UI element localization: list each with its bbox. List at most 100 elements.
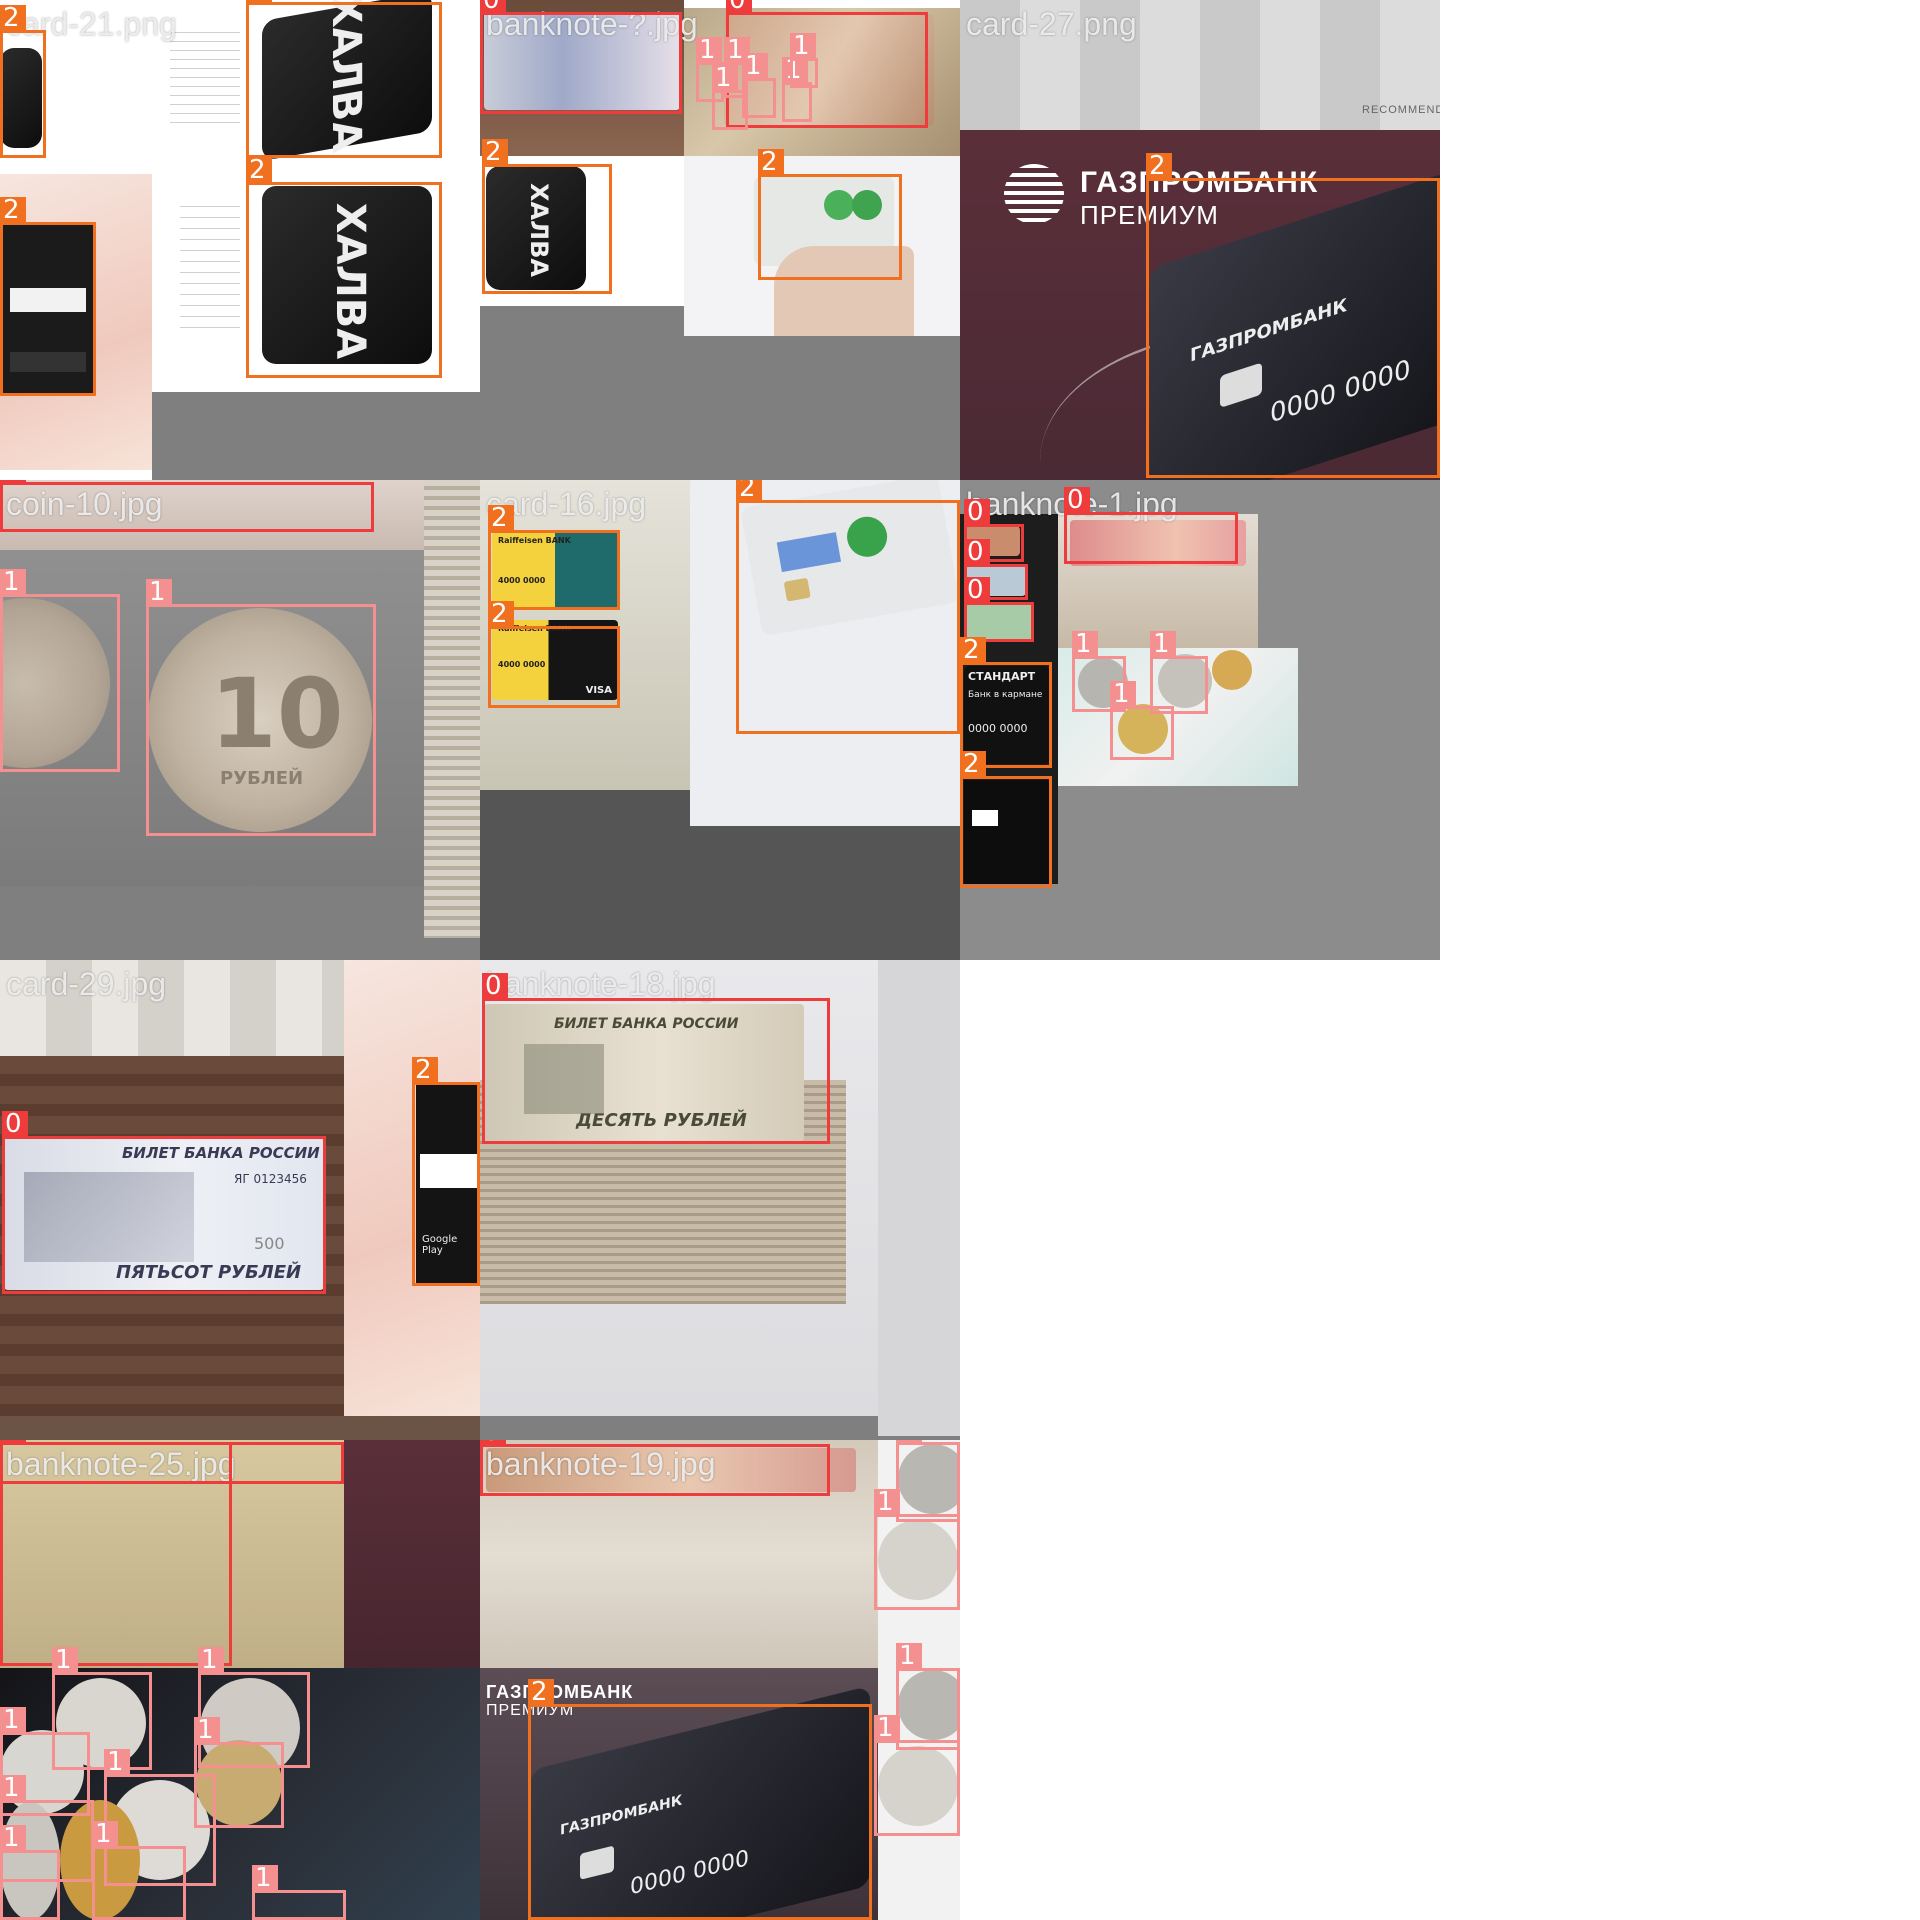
class-tag: 0 xyxy=(964,539,990,565)
box-card: 2 xyxy=(482,139,612,294)
box-coin: 1 xyxy=(874,1715,960,1836)
class-tag: 2 xyxy=(960,751,986,777)
class-tag: 1 xyxy=(874,1715,900,1741)
box-card: 2 xyxy=(488,601,620,708)
class-tag: 2 xyxy=(412,1057,438,1083)
class-tag: 1 xyxy=(194,1717,220,1743)
maroon-banner xyxy=(344,1440,480,1668)
class-tag: 2 xyxy=(0,5,26,31)
box-coin: 1 xyxy=(742,53,776,118)
class-tag: 0 xyxy=(1064,487,1090,513)
box-coin: 1 xyxy=(896,1643,960,1750)
box-banknote: 0 xyxy=(0,480,374,532)
tile-padding xyxy=(680,332,960,480)
class-tag: 0 xyxy=(964,499,990,525)
mosaic-grid: ХАЛВА ХАЛВА card-21.png 2 2 2 2 ХАЛВА xyxy=(0,0,1440,1920)
class-tag: 2 xyxy=(528,1679,554,1705)
class-tag: 2 xyxy=(0,197,26,223)
box-card: 2 xyxy=(736,480,960,734)
class-tag: 1 xyxy=(198,1647,224,1673)
class-tag: 1 xyxy=(0,1825,26,1851)
class-tag: 2 xyxy=(482,139,508,165)
class-tag: 1 xyxy=(696,37,722,63)
class-tag: 1 xyxy=(874,1489,900,1515)
box-coin: 1 xyxy=(146,579,376,836)
class-tag: 2 xyxy=(246,0,272,3)
class-tag: 1 xyxy=(52,1647,78,1673)
box-banknote: 0 xyxy=(482,973,830,1144)
class-tag: 1 xyxy=(146,579,172,605)
class-tag: 1 xyxy=(790,33,816,59)
box-card: 2 xyxy=(960,751,1052,888)
tile-banknote-1: СТАНДАРТ Банк в кармане 0000 0000 bankno… xyxy=(960,480,1440,960)
tile-card-21: ХАЛВА ХАЛВА card-21.png 2 2 2 2 xyxy=(0,0,480,480)
caption-lines xyxy=(180,196,240,336)
box-coin: 1 xyxy=(1110,681,1174,760)
class-tag: 0 xyxy=(480,1440,506,1445)
class-tag: 2 xyxy=(1146,153,1172,179)
class-tag: 2 xyxy=(246,157,272,183)
class-tag: 1 xyxy=(1072,631,1098,657)
tile-coin-10: 10 РУБЛЕЙ coin-10.jpg 0 1 1 xyxy=(0,480,480,960)
class-tag: 1 xyxy=(712,65,738,91)
tile-label: card-27.png xyxy=(966,6,1137,42)
class-tag: 0 xyxy=(0,480,26,483)
box-banknote xyxy=(0,1442,232,1666)
box-coin: 1 xyxy=(782,57,812,122)
tile-banknote-25: banknote-25.jpg 0 1 1 1 1 1 1 1 1 1 xyxy=(0,1440,480,1920)
class-tag: 1 xyxy=(1150,631,1176,657)
class-tag: 0 xyxy=(964,577,990,603)
box-coin: 1 xyxy=(896,1440,960,1522)
box-coin: 1 xyxy=(252,1865,346,1920)
box-banknote: 0 xyxy=(1064,487,1238,564)
tile-banknote-18: БИЛЕТ БАНКА РОССИИ ДЕСЯТЬ РУБЛЕЙ banknot… xyxy=(480,960,960,1440)
gazprom-brand: ГАЗПРОМБАНК xyxy=(486,1682,634,1702)
box-card: 2 xyxy=(246,0,442,158)
watermark: RECOMMEND xyxy=(1362,104,1440,116)
tile-card-27: ГАЗПРОМБАНК ПРЕМИУМ ГАЗПРОМБАНК 0000 000… xyxy=(960,0,1440,480)
box-card: 2 xyxy=(758,149,902,280)
class-tag: 0 xyxy=(480,0,506,13)
class-tag: 1 xyxy=(896,1440,922,1443)
box-card: 2 xyxy=(528,1679,872,1920)
box-coin: 1 xyxy=(0,569,120,772)
class-tag: 0 xyxy=(726,0,752,13)
grey-side xyxy=(878,960,960,1436)
tile-label: card-29.jpg xyxy=(6,966,167,1002)
tile-banknote-mix: ХАЛВА banknote-?.jpg 0 0 1 1 1 1 1 1 2 2 xyxy=(480,0,960,480)
gazprom-logo-icon xyxy=(1004,164,1064,224)
box-coin: 1 xyxy=(92,1821,186,1920)
tile-card-29: Google Play БИЛЕТ БАНКА РОССИИ ЯГ 012345… xyxy=(0,960,480,1440)
box-banknote: 0 xyxy=(480,1440,830,1496)
class-tag: 2 xyxy=(960,637,986,663)
class-tag: 1 xyxy=(896,1643,922,1669)
box-coin: 1 xyxy=(790,33,818,88)
class-tag: 2 xyxy=(758,149,784,175)
box-card: 2 xyxy=(246,157,442,378)
class-tag: 1 xyxy=(0,1707,26,1733)
class-tag: 1 xyxy=(252,1865,278,1891)
tile-card-16: Raiffeisen BANK 4000 0000 Raiffeisen BAN… xyxy=(480,480,960,960)
class-tag: 0 xyxy=(482,973,508,999)
class-tag: 1 xyxy=(104,1749,130,1775)
box-card: 2 xyxy=(0,5,46,158)
coin xyxy=(1212,650,1252,690)
box-banknote: 0 xyxy=(2,1111,326,1294)
class-tag: 2 xyxy=(736,480,762,501)
box-card: 2 xyxy=(1146,153,1440,478)
box-coin: 1 xyxy=(874,1489,960,1610)
tile-padding xyxy=(152,392,480,480)
box-card: 2 xyxy=(488,505,620,610)
box-card: 2 xyxy=(412,1057,480,1286)
class-tag: 1 xyxy=(92,1821,118,1847)
class-tag: 1 xyxy=(1110,681,1136,707)
banknote-stack-side xyxy=(424,480,480,938)
box-coin: 1 xyxy=(0,1825,60,1920)
box-card: 2 xyxy=(0,197,96,396)
tile-banknote-19: ГАЗПРОМБАНК ПРЕМИУМ ГАЗПРОМБАНК 0000 000… xyxy=(480,1440,960,1920)
class-tag: 1 xyxy=(0,569,26,595)
class-tag: 0 xyxy=(2,1111,28,1137)
class-tag: 2 xyxy=(488,505,514,531)
class-tag: 1 xyxy=(0,1775,26,1801)
class-tag: 2 xyxy=(488,601,514,627)
